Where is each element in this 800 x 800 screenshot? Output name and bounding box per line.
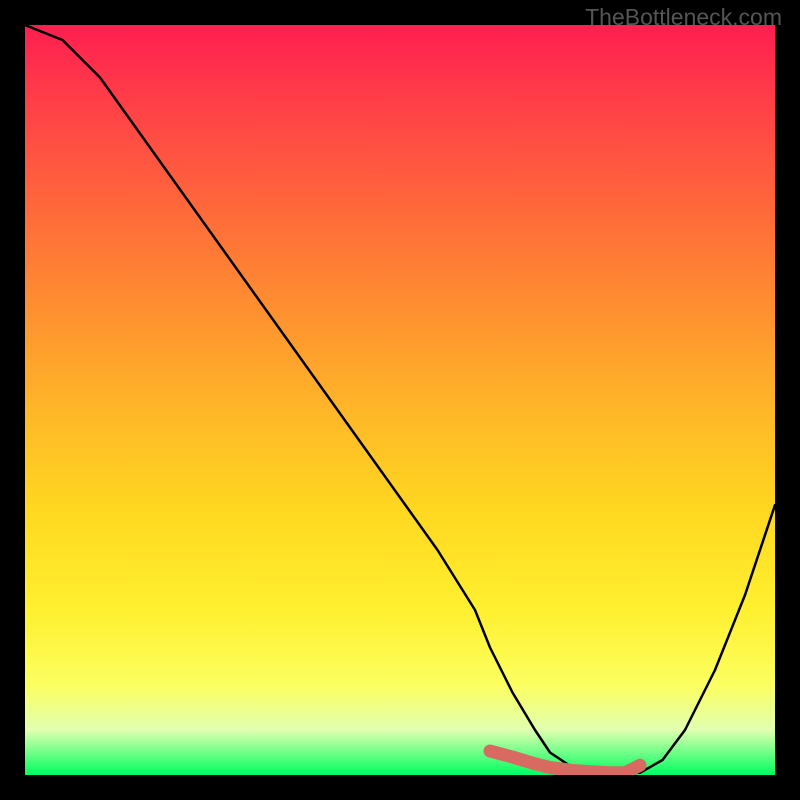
chart-area: [25, 25, 775, 775]
curve-svg: [25, 25, 775, 775]
watermark-text: TheBottleneck.com: [585, 4, 782, 31]
bottleneck-curve-line: [25, 25, 775, 773]
